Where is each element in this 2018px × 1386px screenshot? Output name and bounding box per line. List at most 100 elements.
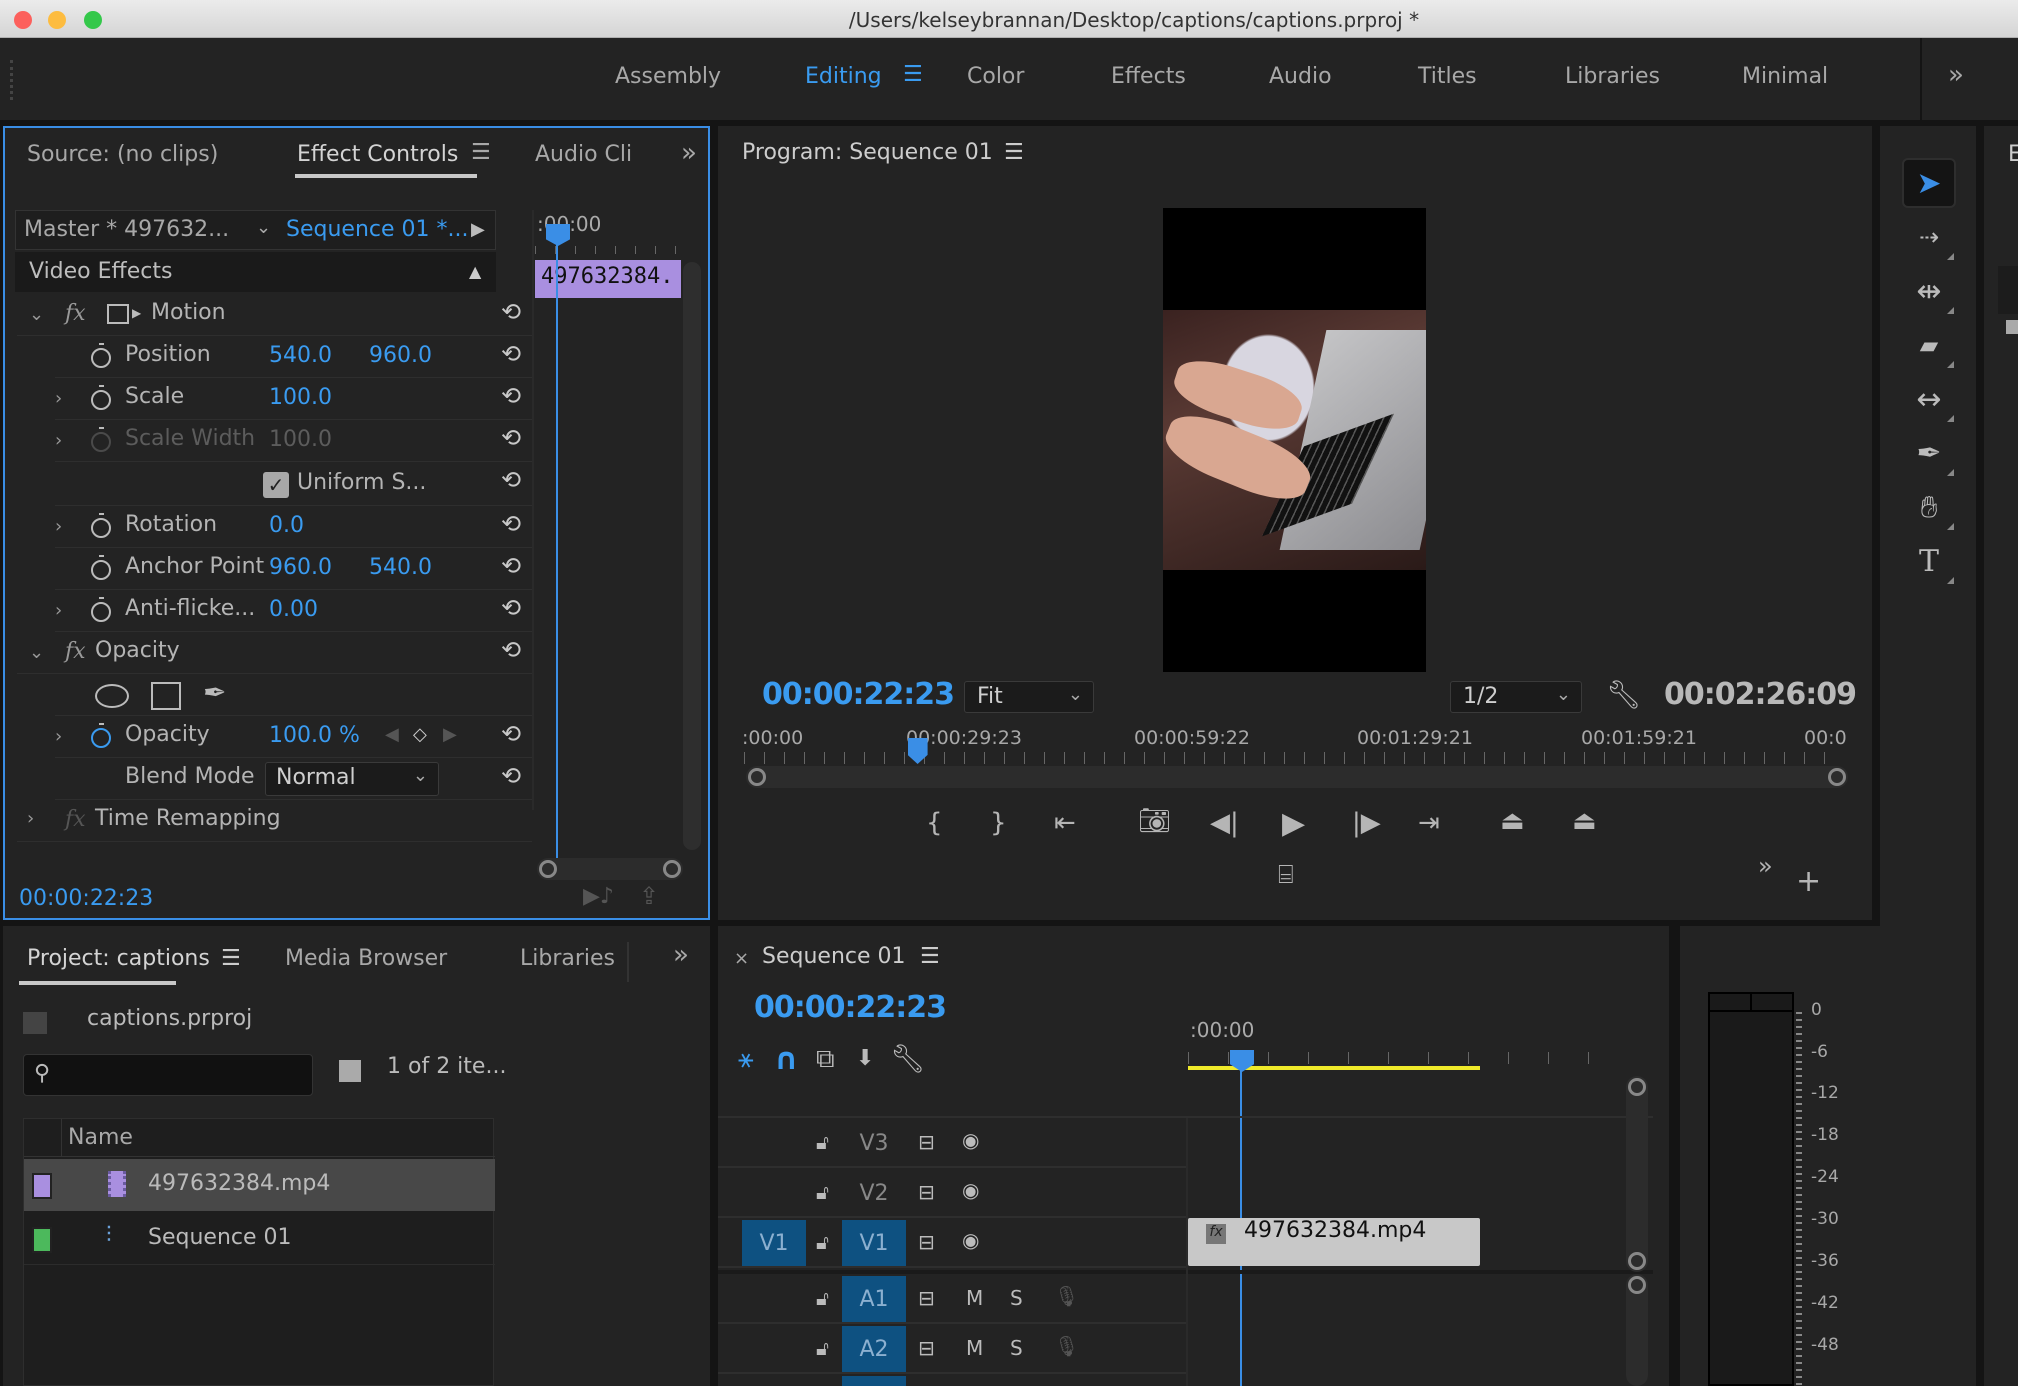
lift-icon[interactable]: ⏏ bbox=[1500, 806, 1525, 836]
pen-tool[interactable]: ✒ bbox=[1902, 428, 1956, 478]
pen-mask-icon[interactable]: ✒ bbox=[203, 676, 226, 709]
reset-icon[interactable]: ⟲ bbox=[501, 552, 521, 580]
reset-icon[interactable]: ⟲ bbox=[501, 298, 521, 326]
tab-effect-controls[interactable]: Effect Controls bbox=[297, 142, 458, 167]
fx-icon[interactable]: fx bbox=[65, 639, 86, 664]
chevron-down-icon[interactable]: ⌄ bbox=[29, 304, 44, 325]
panel-menu-icon[interactable]: ☰ bbox=[471, 140, 491, 165]
ripple-edit-tool[interactable]: ⇹ bbox=[1902, 266, 1956, 316]
close-tab-icon[interactable]: × bbox=[734, 948, 749, 969]
step-forward-icon[interactable]: |▶ bbox=[1352, 808, 1381, 838]
add-keyframe-icon[interactable]: ◇ bbox=[413, 724, 427, 745]
scroll-handle-right[interactable] bbox=[663, 860, 681, 878]
workspace-tab-titles[interactable]: Titles bbox=[1418, 64, 1477, 89]
stopwatch-icon[interactable] bbox=[91, 343, 111, 368]
play-audio-icon[interactable]: ▶♪ bbox=[583, 884, 614, 909]
uniform-scale-checkbox[interactable]: ✓ bbox=[263, 472, 289, 498]
reset-icon[interactable]: ⟲ bbox=[501, 340, 521, 368]
reset-icon[interactable]: ⟲ bbox=[501, 762, 521, 790]
tab-audio-clip-mixer[interactable]: Audio Cli bbox=[535, 142, 632, 167]
anchor-x-value[interactable]: 960.0 bbox=[269, 555, 332, 580]
panel-tab-partial[interactable]: E bbox=[2008, 142, 2018, 167]
mute-button[interactable]: M bbox=[966, 1336, 983, 1360]
chevron-right-icon[interactable]: › bbox=[55, 600, 62, 621]
mute-button[interactable]: M bbox=[966, 1286, 983, 1310]
workspace-tab-color[interactable]: Color bbox=[967, 64, 1024, 89]
chevron-right-icon[interactable]: › bbox=[55, 516, 62, 537]
slip-tool[interactable]: ↔ bbox=[1902, 374, 1956, 424]
lock-icon[interactable]: 🔓︎ bbox=[816, 1230, 829, 1254]
list-item[interactable]: 497632384.mp4 bbox=[24, 1159, 495, 1211]
source-patch-v1[interactable]: V1 bbox=[742, 1220, 806, 1266]
tab-media-browser[interactable]: Media Browser bbox=[285, 946, 447, 971]
vertical-scrollbar[interactable] bbox=[683, 262, 701, 850]
add-marker-icon[interactable]: ⬇ bbox=[856, 1046, 874, 1071]
zoom-scrollbar[interactable] bbox=[537, 858, 683, 880]
microphone-icon[interactable]: 🎙︎ bbox=[1054, 1334, 1079, 1358]
eye-icon[interactable]: ◉ bbox=[962, 1128, 979, 1152]
scroll-handle-top[interactable] bbox=[1628, 1078, 1646, 1096]
step-back-icon[interactable]: ◀| bbox=[1210, 808, 1239, 838]
panel-overflow-icon[interactable]: » bbox=[673, 940, 689, 970]
work-area-bar[interactable] bbox=[1188, 1066, 1480, 1070]
chevron-right-icon[interactable]: › bbox=[55, 430, 62, 451]
workspace-tab-libraries[interactable]: Libraries bbox=[1565, 64, 1660, 89]
scale-value[interactable]: 100.0 bbox=[269, 385, 332, 410]
track-target-v3[interactable]: V3 bbox=[842, 1120, 906, 1166]
lock-icon[interactable]: 🔓︎ bbox=[816, 1336, 829, 1360]
track-target-a3-partial[interactable] bbox=[842, 1376, 906, 1386]
new-search-bin-icon[interactable] bbox=[339, 1060, 361, 1082]
nest-snap-icon[interactable]: ⚹ bbox=[738, 1044, 754, 1075]
timeline-timecode[interactable]: 00:00:22:23 bbox=[754, 990, 947, 1025]
timeline-clip[interactable]: fx 497632384.mp4 bbox=[1188, 1218, 1480, 1266]
stopwatch-icon[interactable] bbox=[91, 555, 111, 580]
panel-menu-icon[interactable]: ☰ bbox=[1004, 140, 1024, 165]
sync-lock-icon[interactable]: ⊟ bbox=[918, 1286, 935, 1310]
label-color-swatch[interactable] bbox=[32, 1173, 52, 1199]
chevron-right-icon[interactable]: › bbox=[55, 388, 62, 409]
controls-overflow-icon[interactable]: » bbox=[1758, 852, 1773, 880]
solo-button[interactable]: S bbox=[1010, 1286, 1023, 1310]
collapse-up-icon[interactable]: ▲ bbox=[469, 262, 481, 281]
tab-source[interactable]: Source: (no clips) bbox=[27, 142, 218, 167]
stopwatch-icon[interactable] bbox=[91, 597, 111, 622]
program-timecode[interactable]: 00:00:22:23 bbox=[762, 677, 955, 712]
program-zoom-scrollbar[interactable] bbox=[746, 766, 1848, 788]
ellipse-mask-icon[interactable] bbox=[95, 684, 129, 708]
audio-tracks-scrollbar[interactable] bbox=[1626, 1274, 1648, 1386]
linked-selection-icon[interactable]: ⧉ bbox=[816, 1044, 835, 1075]
master-clip-label[interactable]: Master * 497632... bbox=[24, 217, 229, 242]
list-item[interactable]: ⫶ Sequence 01 bbox=[24, 1213, 495, 1265]
workspace-overflow-icon[interactable]: » bbox=[1948, 60, 1964, 90]
reset-icon[interactable]: ⟲ bbox=[501, 466, 521, 494]
panel-overflow-icon[interactable]: » bbox=[681, 138, 697, 168]
workspace-tab-editing[interactable]: Editing bbox=[805, 64, 882, 89]
timeline-settings-wrench-icon[interactable]: 🔧︎ bbox=[890, 1042, 926, 1075]
reset-icon[interactable]: ⟲ bbox=[501, 382, 521, 410]
button-editor-plus-icon[interactable]: + bbox=[1796, 864, 1821, 899]
tab-project[interactable]: Project: captions bbox=[27, 946, 210, 971]
lock-icon[interactable]: 🔓︎ bbox=[816, 1286, 829, 1310]
razor-tool[interactable]: ▰ bbox=[1902, 320, 1956, 370]
anti-flicker-value[interactable]: 0.00 bbox=[269, 597, 318, 622]
workspace-tab-minimal[interactable]: Minimal bbox=[1742, 64, 1828, 89]
panel-menu-icon[interactable]: ☰ bbox=[920, 944, 940, 969]
panel-menu-icon[interactable]: ☰ bbox=[221, 946, 241, 971]
stopwatch-active-icon[interactable] bbox=[91, 723, 111, 748]
zoom-level-dropdown[interactable]: Fit ⌄ bbox=[964, 681, 1094, 713]
reset-icon[interactable]: ⟲ bbox=[501, 424, 521, 452]
export-frame-camera-icon[interactable]: 📷︎ bbox=[1138, 806, 1171, 836]
workspace-menu-icon[interactable]: ☰ bbox=[903, 62, 923, 87]
position-x-value[interactable]: 540.0 bbox=[269, 343, 332, 368]
sync-lock-icon[interactable]: ⊟ bbox=[918, 1230, 935, 1254]
extract-icon[interactable]: ⏏ bbox=[1572, 806, 1597, 836]
grip-handle[interactable] bbox=[10, 60, 14, 100]
workspace-tab-audio[interactable]: Audio bbox=[1269, 64, 1332, 89]
export-icon[interactable]: ⇪ bbox=[639, 882, 659, 910]
lock-icon[interactable]: 🔓︎ bbox=[816, 1180, 829, 1204]
transform-box-icon[interactable] bbox=[107, 304, 129, 324]
reset-icon[interactable]: ⟲ bbox=[501, 720, 521, 748]
eye-icon[interactable]: ◉ bbox=[962, 1178, 979, 1202]
scroll-handle-right[interactable] bbox=[1828, 768, 1846, 786]
anchor-y-value[interactable]: 540.0 bbox=[369, 555, 432, 580]
